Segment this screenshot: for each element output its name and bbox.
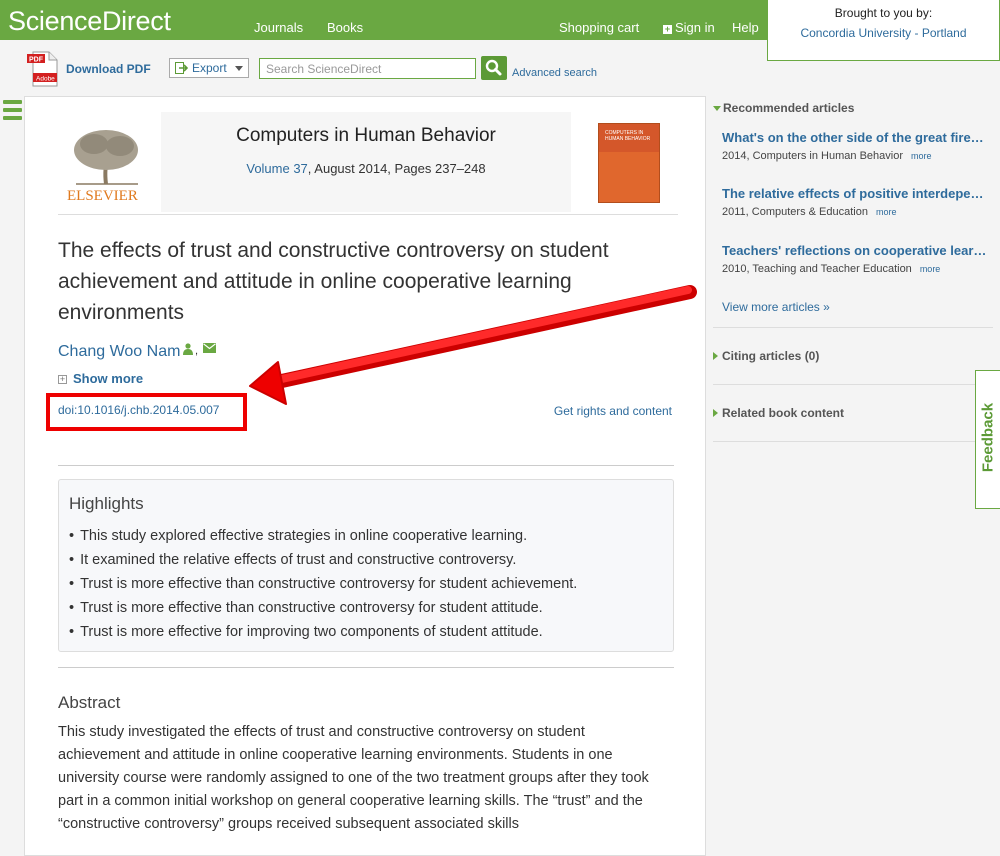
list-item: Trust is more effective than constructiv… [69,572,663,596]
author-separator: , [195,345,199,357]
advanced-search-link[interactable]: Advanced search [512,67,597,79]
chevron-down-icon [235,66,243,71]
feedback-label: Feedback [979,402,997,473]
more-link[interactable]: more [911,151,932,161]
divider [58,667,674,668]
citing-articles-toggle[interactable]: Citing articles (0) [713,349,819,363]
export-button[interactable]: Export [169,58,249,78]
recommended-article-meta: 2010, Teaching and Teacher Education more [722,263,992,275]
divider [713,441,993,442]
search-icon [485,59,502,76]
search-input[interactable] [259,58,476,79]
sign-in-label: Sign in [675,20,715,35]
volume-details: , August 2014, Pages 237–248 [307,161,486,176]
journal-cover-image[interactable]: COMPUTERS IN HUMAN BEHAVIOR [598,123,660,203]
plus-icon: + [663,24,672,34]
author-link[interactable]: Chang Woo Nam [58,343,180,361]
article-panel: ELSEVIER Computers in Human Behavior Vol… [24,96,706,856]
mail-icon[interactable] [203,343,216,353]
recommended-article-title[interactable]: Teachers' reflections on cooperative lea… [722,243,987,258]
list-item: Trust is more effective for improving tw… [69,620,663,644]
highlights-list: This study explored effective strategies… [69,524,663,644]
related-book-content-label: Related book content [722,406,845,420]
show-more-toggle[interactable]: + Show more [58,371,143,386]
divider [713,327,993,328]
list-item: Trust is more effective than constructiv… [69,596,663,620]
recommended-article-meta: 2011, Computers & Education more [722,206,992,218]
abstract-text: This study investigated the effects of t… [58,724,649,832]
nav-books[interactable]: Books [327,20,363,35]
journal-header: ELSEVIER Computers in Human Behavior Vol… [58,112,678,215]
svg-text:PDF: PDF [29,57,44,64]
view-more-articles-link[interactable]: View more articles » [722,300,830,314]
help-link[interactable]: Help [732,20,759,35]
cover-title: COMPUTERS IN HUMAN BEHAVIOR [605,130,651,142]
journal-title-block: Computers in Human Behavior Volume 37, A… [161,112,571,212]
recommended-article-meta: 2014, Computers in Human Behavior more [722,150,992,162]
get-rights-link[interactable]: Get rights and content [554,404,672,418]
highlights-title: Highlights [69,494,144,513]
abstract-title: Abstract [58,693,121,712]
volume-link[interactable]: Volume 37 [246,161,307,176]
outline-menu-icon[interactable] [3,100,22,124]
show-more-label: Show more [73,371,144,386]
expand-icon: + [58,374,67,384]
recommended-article: What's on the other side of the great fi… [722,130,992,162]
caret-right-icon [713,409,718,417]
recommended-article: Teachers' reflections on cooperative lea… [722,243,992,275]
related-book-content-toggle[interactable]: Related book content [713,406,844,420]
export-icon [175,62,188,74]
svg-text:Adobe: Adobe [36,76,55,83]
download-pdf-link[interactable]: Download PDF [66,62,151,76]
recommended-articles-header[interactable]: Recommended articles [713,101,854,115]
person-icon[interactable] [183,343,193,355]
recommended-article-title[interactable]: What's on the other side of the great fi… [722,130,987,145]
pdf-icon[interactable]: PDF Adobe [27,51,59,87]
recommended-label: Recommended articles [723,101,855,115]
feedback-tab[interactable]: Feedback [975,370,1000,509]
article-source: 2010, Teaching and Teacher Education [722,263,912,275]
elsevier-wordmark: ELSEVIER [67,188,138,204]
recommended-article-title[interactable]: The relative effects of positive interde… [722,186,987,201]
journal-title[interactable]: Computers in Human Behavior [161,125,571,147]
caret-right-icon [713,352,718,360]
nav-journals[interactable]: Journals [254,20,303,35]
list-item: This study explored effective strategies… [69,524,663,548]
more-link[interactable]: more [920,264,941,274]
annotation-highlight-box [46,393,247,431]
highlights-box: Highlights This study explored effective… [58,479,674,652]
list-item: It examined the relative effects of trus… [69,548,663,572]
divider [713,384,993,385]
export-label: Export [192,61,227,75]
more-link[interactable]: more [876,207,897,217]
article-source: 2014, Computers in Human Behavior [722,150,903,162]
institution-link[interactable]: Concordia University - Portland [768,26,999,40]
recommended-article: The relative effects of positive interde… [722,186,992,218]
search-button[interactable] [481,56,507,80]
brought-to-you-label: Brought to you by: [834,6,933,20]
shopping-cart-link[interactable]: Shopping cart [559,20,639,35]
citing-articles-label: Citing articles (0) [722,349,820,363]
sign-in-link[interactable]: + Sign in [663,20,715,35]
sciencedirect-logo[interactable]: ScienceDirect [8,6,171,37]
institution-box: Brought to you by: Concordia University … [767,0,1000,61]
elsevier-logo[interactable]: ELSEVIER [66,122,150,206]
article-title: The effects of trust and constructive co… [58,239,609,324]
article-source: 2011, Computers & Education [722,206,868,218]
divider [58,465,674,466]
journal-volume: Volume 37, August 2014, Pages 237–248 [161,161,571,176]
caret-down-icon [713,106,721,111]
